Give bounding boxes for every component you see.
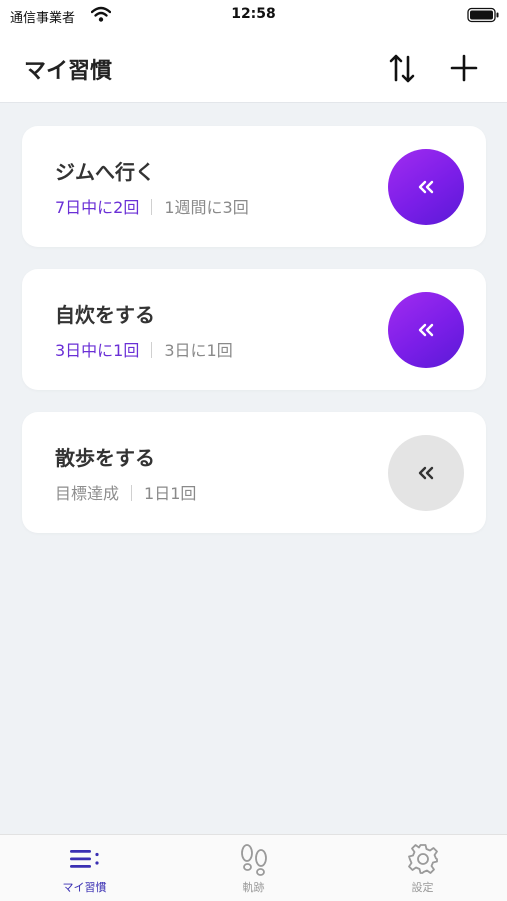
separator (151, 199, 153, 215)
list-icon (70, 850, 99, 868)
habit-card[interactable]: 自炊をする 3日中に1回 3日に1回 (22, 269, 486, 390)
plus-icon (450, 54, 478, 82)
tab-label: 設定 (411, 881, 434, 894)
tab-history[interactable]: 軌跡 (169, 835, 338, 901)
status-time: 12:58 (231, 6, 276, 22)
habit-progress: 目標達成 (55, 484, 120, 503)
habit-name: ジムへ行く (55, 160, 155, 184)
habit-card[interactable]: 散歩をする 目標達成 1日1回 (22, 412, 486, 533)
habit-meta: 3日中に1回 3日に1回 (55, 337, 233, 361)
sort-button[interactable] (382, 48, 422, 88)
page-title: マイ習慣 (24, 59, 113, 84)
add-habit-button[interactable] (444, 48, 484, 88)
habit-meta: 7日中に2回 1週間に3回 (55, 194, 249, 218)
habit-goal: 1週間に3回 (164, 198, 249, 217)
double-chevron-left-icon (418, 180, 434, 194)
separator (151, 342, 153, 358)
habit-goal: 3日に1回 (164, 341, 233, 360)
gear-icon (408, 844, 438, 874)
habit-check-button[interactable] (388, 292, 464, 368)
tab-label: マイ習慣 (62, 881, 107, 894)
habit-card[interactable]: ジムへ行く 7日中に2回 1週間に3回 (22, 126, 486, 247)
status-bar: 通信事業者 12:58 (0, 0, 507, 30)
battery-icon (467, 7, 499, 23)
habit-meta: 目標達成 1日1回 (55, 480, 196, 504)
tab-bar: マイ習慣 軌跡 設定 (0, 834, 507, 901)
tab-settings[interactable]: 設定 (338, 835, 507, 901)
separator (131, 485, 133, 501)
double-chevron-left-icon (418, 466, 434, 480)
tab-my-habits[interactable]: マイ習慣 (0, 835, 169, 901)
habit-name: 自炊をする (55, 303, 155, 327)
habit-progress: 7日中に2回 (55, 198, 140, 217)
footprints-icon (241, 844, 267, 876)
habit-check-button[interactable] (388, 149, 464, 225)
navigation-header: マイ習慣 (0, 30, 507, 103)
tab-label: 軌跡 (242, 881, 265, 894)
habit-goal: 1日1回 (144, 484, 197, 503)
habit-progress: 3日中に1回 (55, 341, 140, 360)
double-chevron-left-icon (418, 323, 434, 337)
habit-name: 散歩をする (55, 446, 155, 470)
habit-check-button[interactable] (388, 435, 464, 511)
habit-list: ジムへ行く 7日中に2回 1週間に3回 自炊をする 3日中に1回 3日に1回 散歩を… (22, 126, 486, 555)
sort-icon (389, 54, 415, 83)
